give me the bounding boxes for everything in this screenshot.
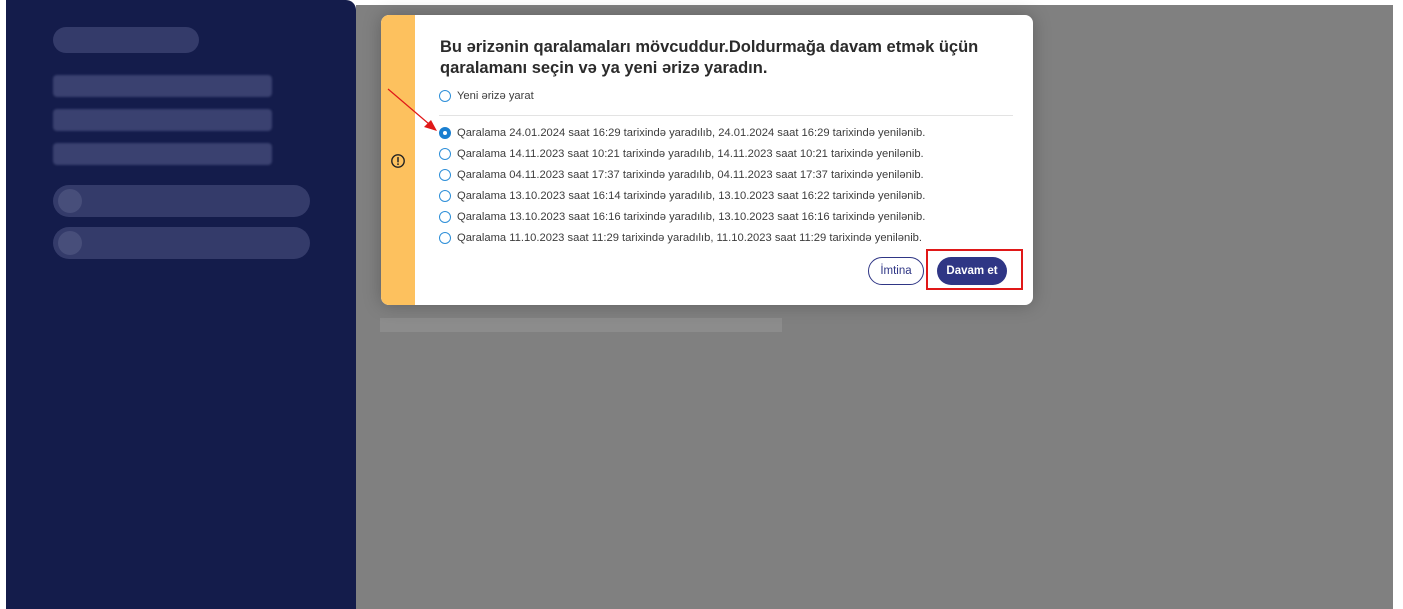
draft-label: Qaralama 11.10.2023 saat 11:29 tarixində…	[457, 232, 923, 244]
sidebar-item-placeholder	[53, 109, 272, 131]
new-application-option[interactable]: Yeni ərizə yarat	[439, 88, 534, 104]
draft-label: Qaralama 14.11.2023 saat 10:21 tarixində…	[457, 148, 924, 160]
draft-label: Qaralama 24.01.2024 saat 16:29 tarixində…	[457, 127, 926, 139]
sidebar-logo-placeholder	[53, 27, 199, 53]
radio-button[interactable]	[439, 190, 451, 202]
page-content-placeholder	[380, 318, 782, 332]
cancel-button[interactable]: İmtina	[868, 257, 924, 285]
draft-option[interactable]: Qaralama 13.10.2023 saat 16:16 tarixində…	[439, 209, 925, 225]
draft-option[interactable]: Qaralama 04.11.2023 saat 17:37 tarixində…	[439, 167, 924, 183]
sidebar-menu-placeholder	[53, 185, 310, 217]
dialog-title: Bu ərizənin qaralamaları mövcuddur.Doldu…	[440, 38, 979, 77]
draft-label: Qaralama 13.10.2023 saat 16:14 tarixində…	[457, 190, 926, 202]
sidebar-menu-icon	[58, 189, 82, 213]
draft-option[interactable]: Qaralama 11.10.2023 saat 11:29 tarixində…	[439, 230, 922, 246]
draft-option[interactable]: Qaralama 24.01.2024 saat 16:29 tarixində…	[439, 125, 925, 141]
sidebar-menu-icon	[58, 231, 82, 255]
draft-option[interactable]: Qaralama 13.10.2023 saat 16:14 tarixində…	[439, 188, 925, 204]
warning-circle-icon	[391, 154, 405, 168]
radio-button[interactable]	[439, 148, 451, 160]
option-label: Yeni ərizə yarat	[457, 90, 534, 102]
annotation-arrow-icon	[387, 88, 437, 131]
sidebar	[6, 0, 356, 609]
divider	[439, 115, 1013, 116]
sidebar-menu-placeholder	[53, 227, 310, 259]
draft-label: Qaralama 04.11.2023 saat 17:37 tarixində…	[457, 169, 924, 181]
draft-label: Qaralama 13.10.2023 saat 16:16 tarixində…	[457, 211, 926, 223]
radio-button[interactable]	[439, 169, 451, 181]
sidebar-item-placeholder	[53, 75, 272, 97]
radio-button[interactable]	[439, 232, 451, 244]
sidebar-item-placeholder	[53, 143, 272, 165]
radio-button[interactable]	[439, 211, 451, 223]
highlight-annotation-box	[926, 249, 1023, 290]
draft-option[interactable]: Qaralama 14.11.2023 saat 10:21 tarixində…	[439, 146, 924, 162]
